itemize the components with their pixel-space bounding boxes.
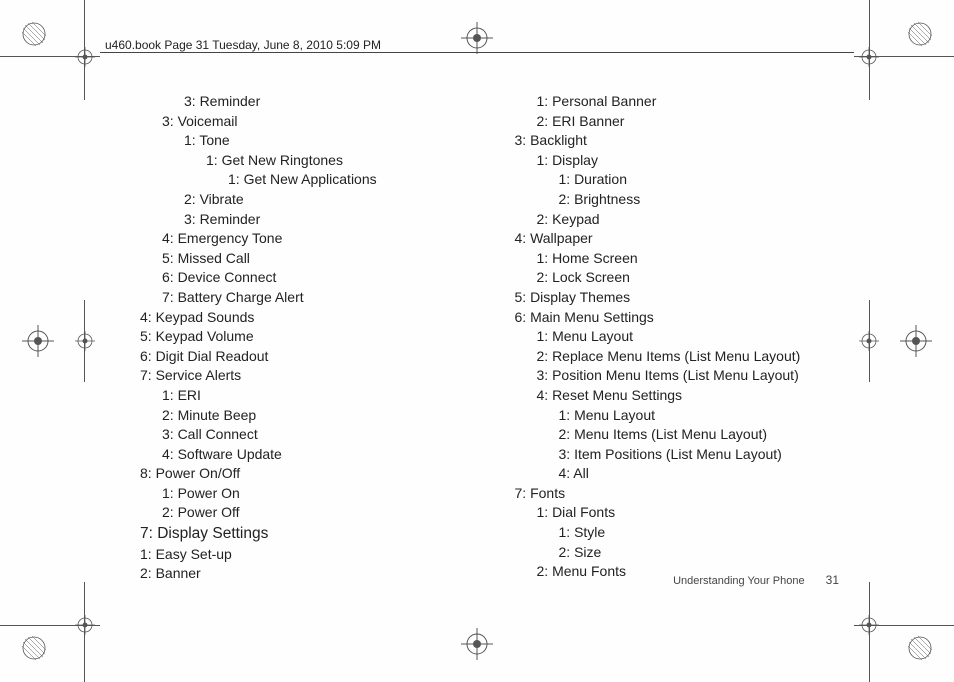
- target-mark-icon: [75, 331, 95, 351]
- page-footer: Understanding Your Phone 31: [673, 573, 839, 587]
- menu-item: 4: Keypad Sounds: [140, 308, 480, 328]
- registration-mark-icon: [22, 325, 54, 357]
- menu-item: 2: Banner: [140, 564, 480, 584]
- menu-item: 1: Style: [559, 523, 855, 543]
- column-right: 1: Personal Banner2: ERI Banner3: Backli…: [515, 92, 855, 584]
- menu-item: 4: All: [559, 464, 855, 484]
- menu-item: 4: Software Update: [162, 445, 480, 465]
- target-mark-icon: [859, 331, 879, 351]
- menu-item: 4: Reset Menu Settings: [537, 386, 855, 406]
- crop-mark-icon: [908, 22, 932, 46]
- menu-item: 6: Main Menu Settings: [515, 308, 855, 328]
- menu-item: 2: Lock Screen: [537, 268, 855, 288]
- menu-item: 3: Backlight: [515, 131, 855, 151]
- menu-item: 5: Missed Call: [162, 249, 480, 269]
- menu-item: 1: Easy Set-up: [140, 545, 480, 565]
- menu-item: 3: Item Positions (List Menu Layout): [559, 445, 855, 465]
- crop-mark-icon: [908, 636, 932, 660]
- menu-item: 3: Reminder: [184, 92, 480, 112]
- target-mark-icon: [75, 47, 95, 67]
- page-header: u460.book Page 31 Tuesday, June 8, 2010 …: [105, 38, 381, 52]
- target-mark-icon: [75, 615, 95, 635]
- menu-item: 7: Service Alerts: [140, 366, 480, 386]
- menu-item: 1: Duration: [559, 170, 855, 190]
- menu-item: 5: Keypad Volume: [140, 327, 480, 347]
- menu-item: 1: ERI: [162, 386, 480, 406]
- registration-mark-icon: [900, 325, 932, 357]
- menu-item: 1: Get New Applications: [228, 170, 480, 190]
- menu-item: 2: Menu Items (List Menu Layout): [559, 425, 855, 445]
- column-left: 3: Reminder3: Voicemail1: Tone1: Get New…: [140, 92, 480, 584]
- menu-item: 1: Get New Ringtones: [206, 151, 480, 171]
- menu-item: 6: Digit Dial Readout: [140, 347, 480, 367]
- menu-item: 1: Menu Layout: [537, 327, 855, 347]
- menu-item: 8: Power On/Off: [140, 464, 480, 484]
- crop-mark-icon: [22, 22, 46, 46]
- menu-item: 2: ERI Banner: [537, 112, 855, 132]
- menu-item: 7: Battery Charge Alert: [162, 288, 480, 308]
- menu-item: 1: Menu Layout: [559, 406, 855, 426]
- target-mark-icon: [859, 47, 879, 67]
- menu-item: 2: Power Off: [162, 503, 480, 523]
- section-heading: 7: Display Settings: [140, 523, 480, 545]
- menu-item: 4: Emergency Tone: [162, 229, 480, 249]
- menu-item: 2: Minute Beep: [162, 406, 480, 426]
- menu-item: 5: Display Themes: [515, 288, 855, 308]
- footer-section: Understanding Your Phone: [673, 575, 805, 587]
- menu-item: 3: Voicemail: [162, 112, 480, 132]
- menu-item: 3: Reminder: [184, 210, 480, 230]
- menu-item: 3: Position Menu Items (List Menu Layout…: [537, 366, 855, 386]
- menu-item: 2: Keypad: [537, 210, 855, 230]
- crop-mark-icon: [22, 636, 46, 660]
- target-mark-icon: [859, 615, 879, 635]
- menu-item: 7: Fonts: [515, 484, 855, 504]
- menu-item: 3: Call Connect: [162, 425, 480, 445]
- menu-item: 4: Wallpaper: [515, 229, 855, 249]
- menu-item: 2: Vibrate: [184, 190, 480, 210]
- menu-item: 2: Size: [559, 543, 855, 563]
- header-rule: [100, 52, 854, 53]
- registration-mark-icon: [461, 22, 493, 54]
- registration-mark-icon: [461, 628, 493, 660]
- menu-item: 1: Dial Fonts: [537, 503, 855, 523]
- menu-item: 2: Replace Menu Items (List Menu Layout): [537, 347, 855, 367]
- menu-item: 1: Power On: [162, 484, 480, 504]
- page-content: 3: Reminder3: Voicemail1: Tone1: Get New…: [140, 92, 854, 584]
- menu-item: 1: Home Screen: [537, 249, 855, 269]
- menu-item: 2: Brightness: [559, 190, 855, 210]
- menu-item: 1: Display: [537, 151, 855, 171]
- page-number: 31: [826, 573, 839, 587]
- menu-item: 1: Personal Banner: [537, 92, 855, 112]
- menu-item: 6: Device Connect: [162, 268, 480, 288]
- menu-item: 1: Tone: [184, 131, 480, 151]
